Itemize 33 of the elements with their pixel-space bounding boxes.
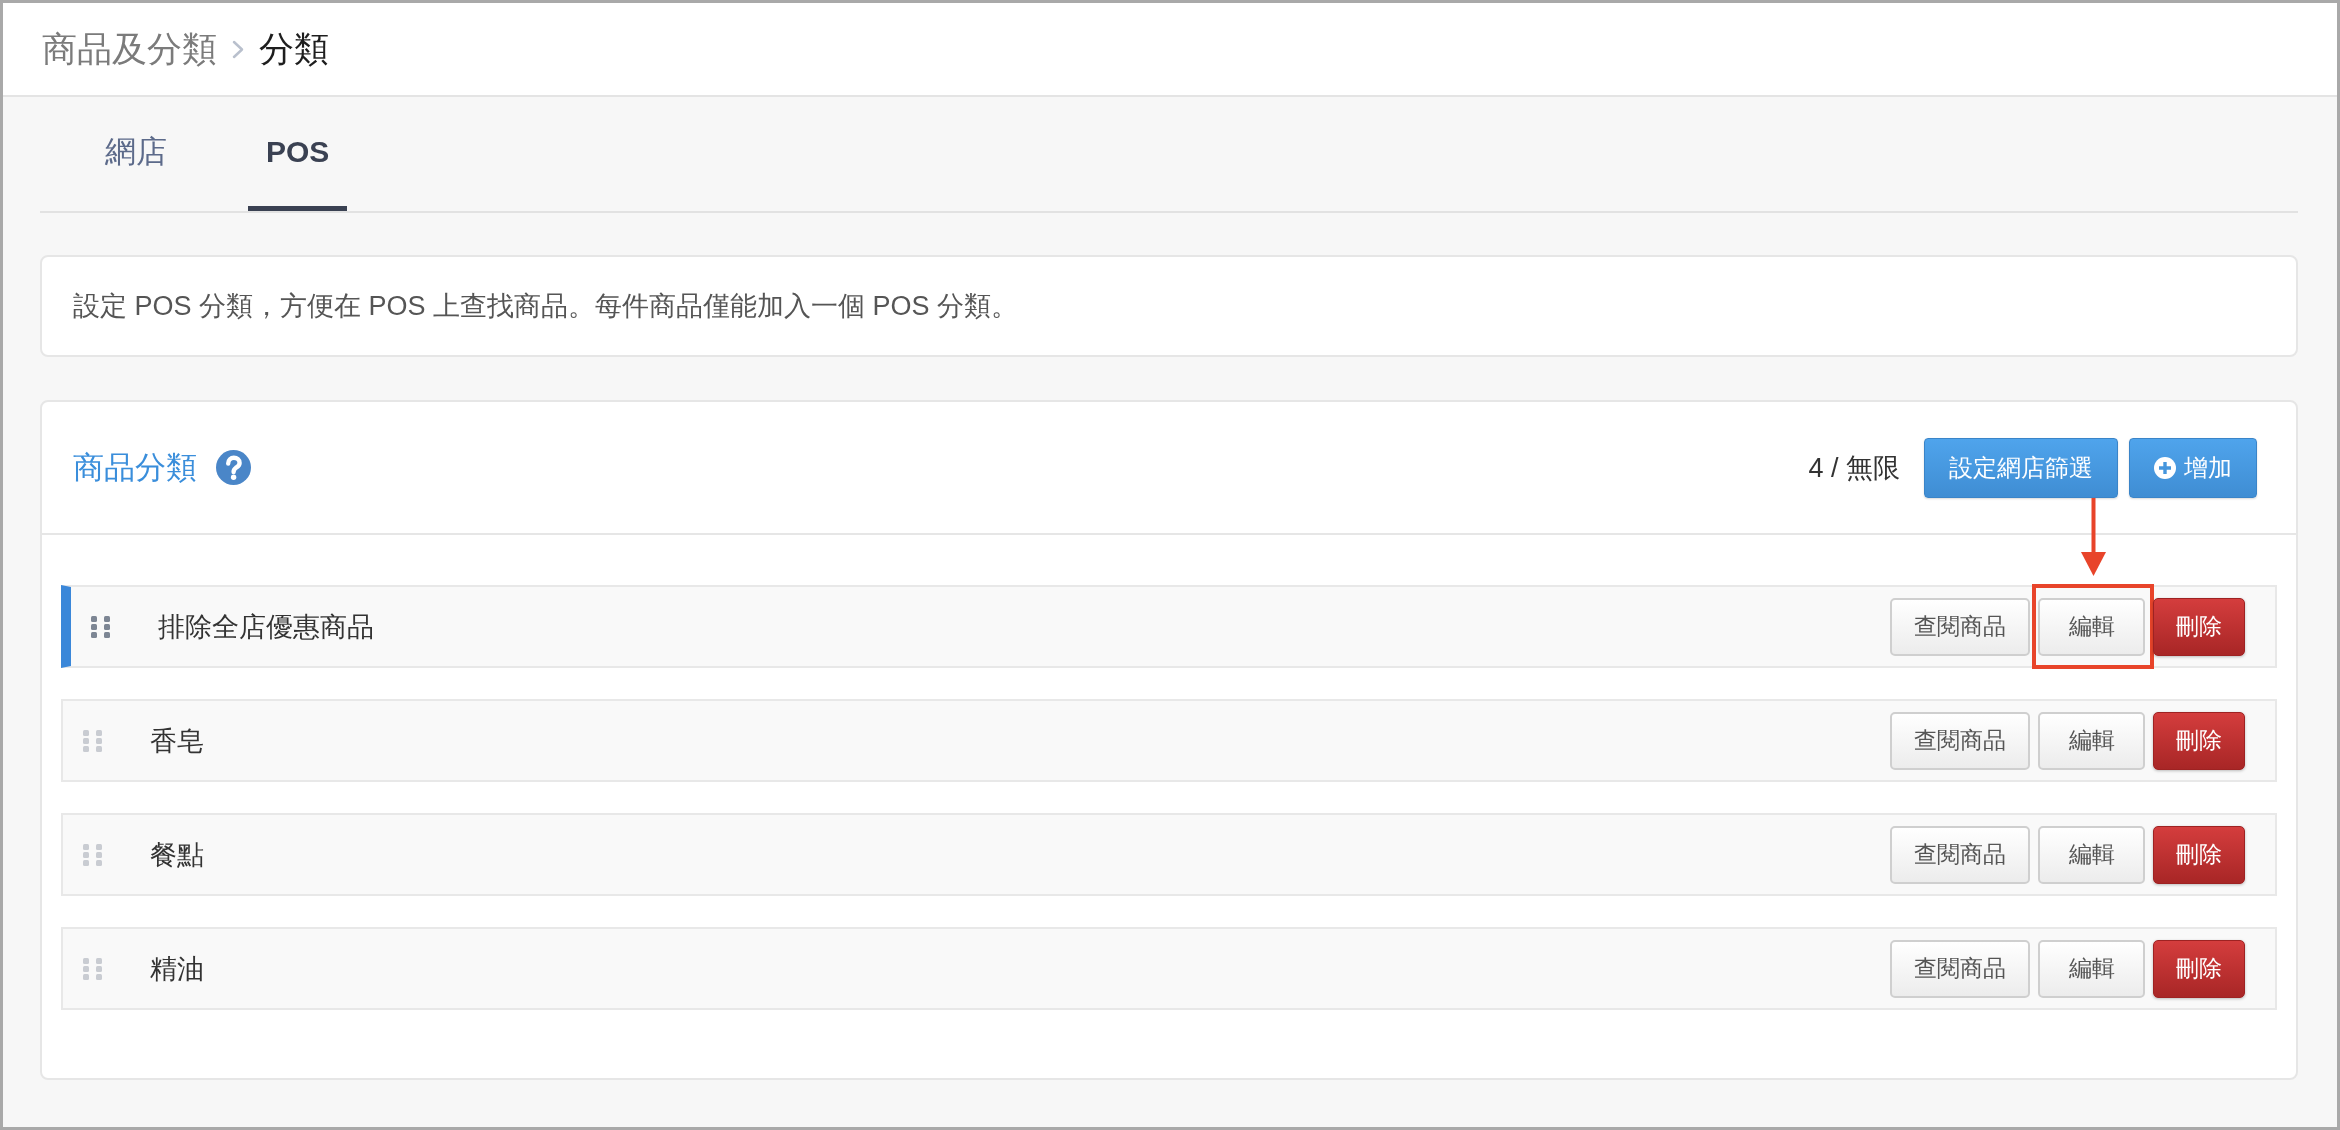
row-action-button[interactable]: 查閱商品 bbox=[1890, 711, 2030, 770]
category-count: 4 / 無限 bbox=[1808, 451, 1900, 485]
panel-title: 商品分類 bbox=[73, 448, 197, 487]
row-action-button[interactable]: 刪除 bbox=[2153, 825, 2245, 884]
drag-handle-icon[interactable] bbox=[83, 957, 102, 980]
row-action-button[interactable]: 查閱商品 bbox=[1890, 939, 2030, 998]
drag-handle-icon[interactable] bbox=[91, 615, 110, 638]
row-action-button[interactable]: 刪除 bbox=[2153, 939, 2245, 998]
row-action-button[interactable]: 編輯 bbox=[2038, 825, 2145, 884]
row-action-button[interactable]: 查閱商品 bbox=[1890, 597, 2030, 656]
category-row[interactable]: 餐點 查閱商品 編輯 刪除 bbox=[61, 813, 2277, 896]
plus-icon bbox=[2154, 456, 2176, 479]
drag-handle-icon[interactable] bbox=[83, 729, 102, 752]
breadcrumb-item[interactable]: 商品及分類 bbox=[42, 25, 217, 73]
category-name: 精油 bbox=[150, 952, 204, 986]
breadcrumb-item: 分類 bbox=[259, 27, 329, 70]
row-action-button[interactable]: 編輯 bbox=[2038, 711, 2145, 770]
tab[interactable]: 網店 bbox=[87, 97, 185, 211]
category-name: 排除全店優惠商品 bbox=[158, 610, 374, 644]
drag-handle-icon[interactable] bbox=[83, 843, 102, 866]
category-name: 餐點 bbox=[150, 838, 204, 872]
row-action-button[interactable]: 刪除 bbox=[2153, 711, 2245, 770]
row-action-button[interactable]: 刪除 bbox=[2153, 597, 2245, 656]
tab[interactable]: POS bbox=[248, 97, 348, 211]
row-action-button[interactable]: 編輯 bbox=[2038, 597, 2145, 656]
category-row[interactable]: 香皂 查閱商品 編輯 刪除 bbox=[61, 699, 2277, 782]
category-row[interactable]: 精油 查閱商品 編輯 刪除 bbox=[61, 927, 2277, 1010]
category-name: 香皂 bbox=[150, 724, 204, 758]
notice-text: 設定 POS 分類，方便在 POS 上查找商品。每件商品僅能加入一個 POS 分類。 bbox=[73, 290, 1019, 323]
row-action-button[interactable]: 編輯 bbox=[2038, 939, 2145, 998]
row-action-button[interactable]: 查閱商品 bbox=[1890, 825, 2030, 884]
help-icon[interactable] bbox=[216, 450, 251, 485]
chevron-icon bbox=[232, 39, 244, 59]
